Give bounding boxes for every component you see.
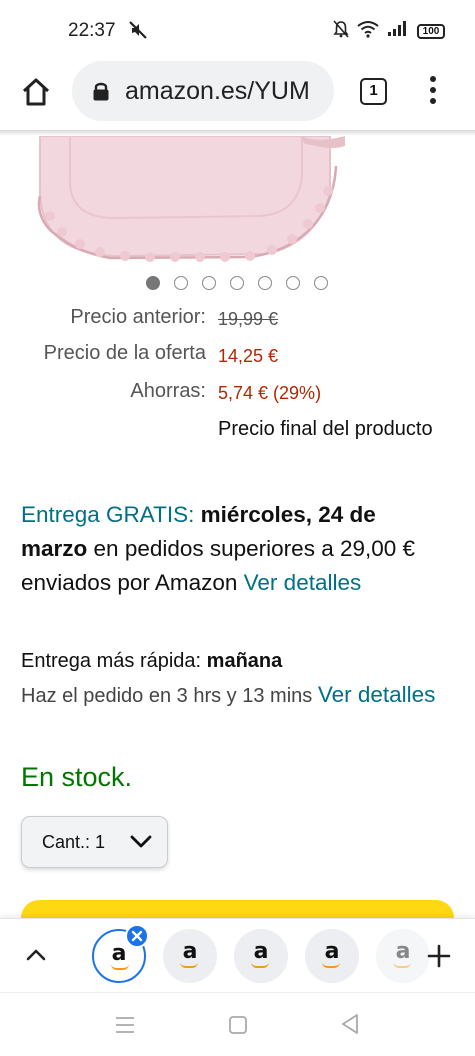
system-nav-bar: [0, 992, 475, 1056]
add-tab-icon[interactable]: [426, 943, 452, 974]
amazon-favicon-icon: a: [253, 939, 269, 964]
delivery-details-link[interactable]: Ver detalles: [244, 570, 362, 595]
quantity-select[interactable]: Cant.: 1: [21, 816, 168, 868]
savings-label: Ahorras:: [130, 380, 206, 402]
deal-price-label: Precio de la oferta: [43, 342, 206, 364]
battery-indicator: 100: [417, 24, 445, 39]
url-text: amazon.es/YUM: [125, 77, 310, 105]
recents-icon[interactable]: [114, 1015, 136, 1040]
fast-delivery-label: Entrega más rápida:: [21, 650, 202, 672]
status-time: 22:37: [68, 20, 116, 41]
delivery-info: Entrega GRATIS: miércoles, 24 de marzo e…: [21, 498, 441, 600]
deal-price-value: 14,25 €: [218, 346, 279, 366]
browser-toolbar: amazon.es/YUM 1: [0, 58, 475, 130]
lock-icon: [92, 81, 110, 106]
amazon-favicon-icon: a: [324, 939, 340, 964]
quantity-label: Cant.: 1: [42, 832, 106, 852]
final-price-note: Precio final del producto: [218, 418, 433, 440]
status-bar: 22:37 100: [0, 0, 475, 58]
stock-status: En stock.: [21, 762, 133, 792]
tab-group-tab[interactable]: a: [234, 929, 288, 983]
tab-group-bar: a a a a a: [0, 918, 475, 992]
wifi-icon: [357, 20, 379, 43]
savings-value: 5,74 € (29%): [218, 383, 322, 403]
tab-group-tab[interactable]: a: [163, 929, 217, 983]
chevron-up-icon[interactable]: [25, 947, 47, 966]
quantity-value: 1: [95, 832, 106, 852]
tab-group-tab[interactable]: a: [376, 929, 430, 983]
amazon-favicon-icon: a: [395, 939, 411, 964]
chevron-down-icon: [130, 835, 152, 854]
amazon-favicon-icon: a: [182, 939, 198, 964]
nav-home-icon[interactable]: [228, 1015, 248, 1040]
carousel-dot[interactable]: [314, 276, 328, 290]
fast-delivery-details-link[interactable]: Ver detalles: [318, 682, 436, 707]
carousel-dot[interactable]: [174, 276, 188, 290]
address-bar[interactable]: amazon.es/YUM: [72, 61, 334, 121]
carousel-dot[interactable]: [258, 276, 272, 290]
previous-price-label: Precio anterior:: [70, 306, 206, 328]
carousel-dot[interactable]: [286, 276, 300, 290]
fast-delivery-when: mañana: [206, 650, 283, 672]
carousel-dot[interactable]: [146, 276, 160, 290]
product-image[interactable]: [0, 136, 475, 266]
home-icon: [22, 78, 50, 106]
order-countdown: Haz el pedido en 3 hrs y 13 mins: [21, 685, 313, 707]
free-delivery-label: Entrega GRATIS:: [21, 502, 195, 527]
home-button[interactable]: [18, 74, 54, 110]
image-carousel-dots: [146, 276, 328, 290]
mute-icon: [128, 20, 148, 45]
carousel-dot[interactable]: [230, 276, 244, 290]
previous-price-value: 19,99 €: [218, 309, 279, 329]
tab-switcher-button[interactable]: 1: [360, 78, 387, 105]
carousel-dot[interactable]: [202, 276, 216, 290]
close-tab-icon[interactable]: [125, 924, 149, 948]
fast-delivery-info: Entrega más rápida: mañana Haz el pedido…: [21, 644, 451, 713]
dnd-bell-icon: [333, 20, 349, 43]
status-indicators: 100: [333, 20, 445, 43]
signal-icon: [387, 21, 409, 42]
back-icon[interactable]: [340, 1013, 360, 1040]
more-menu-button[interactable]: [423, 73, 443, 109]
tab-group-tab[interactable]: a: [305, 929, 359, 983]
